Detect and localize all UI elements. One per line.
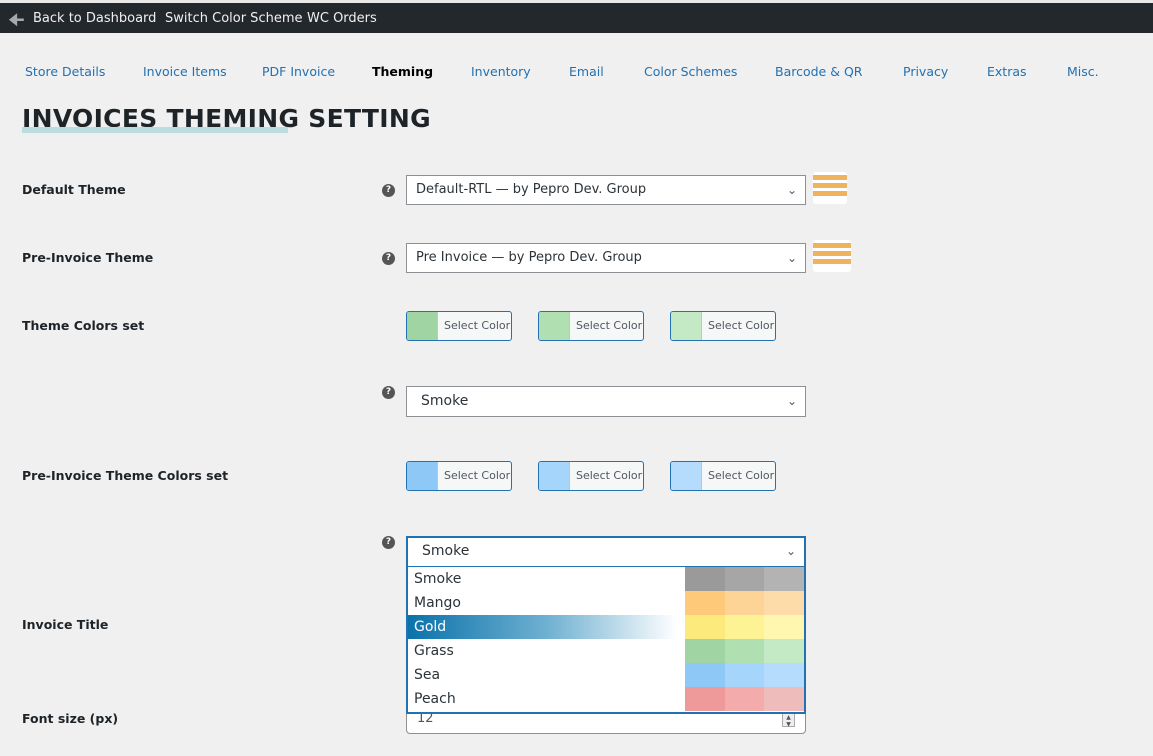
select-color-label: Select Color: [444, 469, 511, 482]
theme-color-scheme-select[interactable]: Smoke ⌄: [406, 386, 806, 417]
option-color-swatches: [685, 663, 805, 687]
select-color-label: Select Color: [708, 319, 775, 332]
color-swatch: [685, 687, 725, 711]
dropdown-option[interactable]: Smoke: [408, 567, 805, 591]
tab-theming[interactable]: Theming: [372, 64, 433, 79]
dropdown-option[interactable]: Mango: [408, 591, 805, 615]
color-swatch: [685, 663, 725, 687]
pre-invoice-color-scheme-value: Smoke: [422, 543, 470, 559]
dropdown-option[interactable]: Grass: [408, 639, 805, 663]
arrow-left-icon[interactable]: 🠈: [8, 8, 25, 38]
pre-invoice-colors-label: Pre-Invoice Theme Colors set: [22, 468, 229, 483]
font-size-label: Font size (px): [22, 711, 119, 726]
option-label: Mango: [414, 595, 461, 611]
default-theme-select[interactable]: Default-RTL — by Pepro Dev. Group ⌄: [406, 175, 806, 205]
invoice-title-label: Invoice Title: [22, 617, 109, 632]
chevron-down-icon: ⌄: [786, 251, 797, 265]
option-label: Grass: [414, 643, 454, 659]
title-underline: [22, 127, 288, 133]
color-swatch: [724, 591, 765, 615]
select-color-label: Select Color: [576, 319, 643, 332]
color-swatch: [724, 567, 765, 591]
select-color-button[interactable]: Select Color: [406, 311, 512, 341]
dropdown-option[interactable]: Gold: [408, 615, 805, 639]
back-to-dashboard-link[interactable]: Back to Dashboard: [33, 11, 156, 26]
color-swatch: [685, 567, 725, 591]
option-color-swatches: [685, 639, 805, 663]
theme-color-scheme-value: Smoke: [421, 393, 469, 409]
tab-pdf-invoice[interactable]: PDF Invoice: [262, 64, 335, 79]
color-swatch: [764, 591, 805, 615]
tab-email[interactable]: Email: [569, 64, 604, 79]
tab-color-schemes[interactable]: Color Schemes: [644, 64, 737, 79]
default-theme-value: Default-RTL — by Pepro Dev. Group: [416, 182, 647, 197]
color-swatch: [671, 312, 702, 340]
select-color-button[interactable]: Select Color: [670, 311, 776, 341]
select-color-label: Select Color: [708, 469, 775, 482]
default-theme-label: Default Theme: [22, 182, 126, 197]
option-color-swatches: [685, 567, 805, 591]
tab-barcode-qr[interactable]: Barcode & QR: [775, 64, 862, 79]
pre-invoice-theme-value: Pre Invoice — by Pepro Dev. Group: [416, 250, 642, 265]
color-scheme-dropdown-list: Smoke Mango Gold Grass Sea Peach: [406, 567, 806, 714]
color-swatch: [539, 312, 570, 340]
select-color-button[interactable]: Select Color: [538, 311, 644, 341]
color-swatch: [724, 639, 765, 663]
select-color-label: Select Color: [576, 469, 643, 482]
chevron-down-icon: ⌄: [785, 544, 796, 558]
color-swatch: [724, 663, 765, 687]
option-label: Peach: [414, 691, 456, 707]
option-label: Smoke: [414, 571, 462, 587]
color-swatch: [724, 615, 765, 639]
chevron-down-icon: ⌄: [786, 394, 797, 408]
option-color-swatches: [685, 687, 805, 711]
pre-invoice-theme-preview: [813, 240, 851, 272]
color-swatch: [685, 615, 725, 639]
theme-colors-label: Theme Colors set: [22, 318, 145, 333]
tab-extras[interactable]: Extras: [987, 64, 1027, 79]
pre-invoice-theme-select[interactable]: Pre Invoice — by Pepro Dev. Group ⌄: [406, 243, 806, 273]
tab-misc-[interactable]: Misc.: [1067, 64, 1099, 79]
chevron-down-icon: ⌄: [786, 183, 797, 197]
help-icon[interactable]: ?: [382, 386, 395, 399]
color-swatch: [407, 312, 438, 340]
help-icon[interactable]: ?: [382, 536, 395, 549]
option-color-swatches: [685, 615, 805, 639]
tab-privacy[interactable]: Privacy: [903, 64, 948, 79]
color-swatch: [764, 567, 805, 591]
select-color-label: Select Color: [444, 319, 511, 332]
color-swatch: [724, 687, 765, 711]
color-swatch: [539, 462, 570, 490]
option-label: Gold: [414, 619, 447, 635]
color-swatch: [764, 639, 805, 663]
color-swatch: [764, 615, 805, 639]
select-color-button[interactable]: Select Color: [670, 461, 776, 491]
color-swatch: [685, 639, 725, 663]
color-swatch: [671, 462, 702, 490]
color-swatch: [407, 462, 438, 490]
dropdown-option[interactable]: Peach: [408, 687, 805, 711]
help-icon[interactable]: ?: [382, 184, 395, 197]
select-color-button[interactable]: Select Color: [406, 461, 512, 491]
tab-store-details[interactable]: Store Details: [25, 64, 105, 79]
color-swatch: [764, 687, 805, 711]
pre-invoice-theme-label: Pre-Invoice Theme: [22, 250, 154, 265]
select-color-button[interactable]: Select Color: [538, 461, 644, 491]
color-swatch: [685, 591, 725, 615]
pre-invoice-color-scheme-select[interactable]: Smoke ⌄: [406, 536, 806, 568]
number-spinner[interactable]: ▲ ▼: [782, 713, 795, 728]
color-swatch: [764, 663, 805, 687]
option-label: Sea: [414, 667, 441, 683]
admin-top-bar: 🠈 Back to Dashboard Switch Color Scheme …: [0, 0, 1153, 33]
dropdown-option[interactable]: Sea: [408, 663, 805, 687]
wc-orders-link[interactable]: WC Orders: [307, 11, 377, 26]
switch-color-scheme-link[interactable]: Switch Color Scheme: [165, 11, 302, 26]
tab-invoice-items[interactable]: Invoice Items: [143, 64, 227, 79]
default-theme-preview: [813, 172, 847, 204]
tab-inventory[interactable]: Inventory: [471, 64, 531, 79]
help-icon[interactable]: ?: [382, 252, 395, 265]
option-color-swatches: [685, 591, 805, 615]
